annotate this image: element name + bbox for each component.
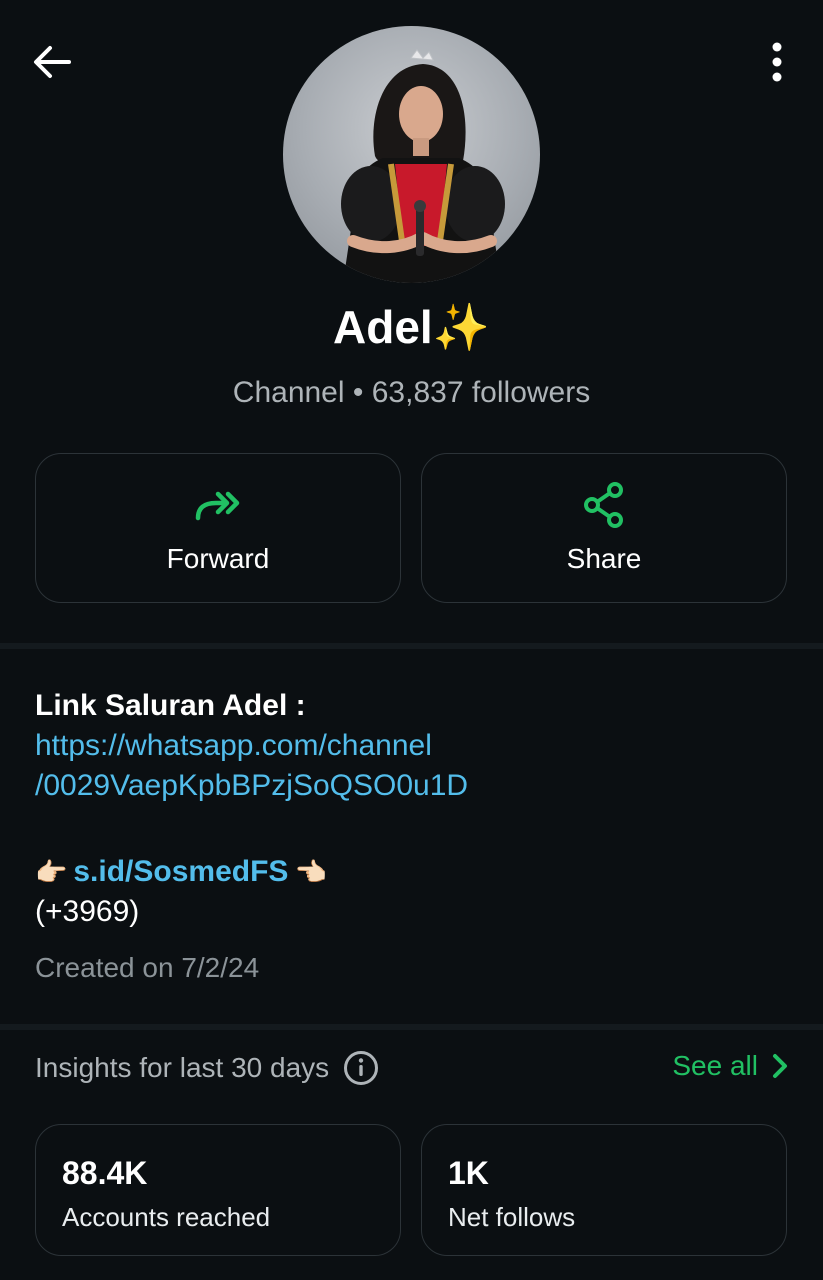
channel-description: Link Saluran Adel : https://whatsapp.com… xyxy=(35,686,795,932)
insights-header: Insights for last 30 days xyxy=(35,1050,379,1086)
pointing-left-emoji: 👈🏻 xyxy=(294,857,327,887)
channel-name: Adel✨ xyxy=(333,301,490,353)
pointing-right-emoji: 👉🏻 xyxy=(35,857,68,887)
short-link[interactable]: s.id/SosmedFS xyxy=(73,852,288,892)
channel-info-screen: Adel✨ Channel • 63,837 followers Forward… xyxy=(0,0,823,1280)
more-vertical-icon xyxy=(772,42,782,82)
share-nodes-icon xyxy=(584,482,623,528)
created-date: Created on 7/2/24 xyxy=(35,952,260,983)
stat-caption: Accounts reached xyxy=(62,1202,271,1232)
forward-label: Forward xyxy=(166,543,270,574)
forward-double-arrow-icon xyxy=(195,491,240,521)
avatar-portrait-image xyxy=(341,49,505,283)
see-all-label: See all xyxy=(672,1050,758,1081)
followers-count: 63,837 followers xyxy=(371,376,591,409)
stat-caption: Net follows xyxy=(448,1202,576,1232)
description-title: Link Saluran Adel : xyxy=(35,689,306,722)
chevron-right-icon xyxy=(773,1054,787,1078)
short-link-line: 👉🏻 s.id/SosmedFS 👈🏻 xyxy=(35,852,795,892)
section-divider xyxy=(0,643,823,649)
forward-button[interactable]: Forward xyxy=(35,453,401,603)
arrow-left-icon xyxy=(34,46,71,78)
more-options-button[interactable] xyxy=(761,38,793,86)
see-all-button[interactable]: See all xyxy=(672,1050,788,1082)
channel-type-label: Channel xyxy=(232,376,345,409)
channel-link-line2: /0029VaepKpbBPzjSoQSO0u1D xyxy=(35,769,469,802)
stat-value: 1K xyxy=(448,1155,489,1191)
phone-suffix: (+3969) xyxy=(35,895,140,928)
back-button[interactable] xyxy=(28,40,76,84)
section-divider xyxy=(0,1024,823,1030)
meta-separator: • xyxy=(352,376,364,409)
share-button[interactable]: Share xyxy=(421,453,787,603)
info-circle-icon[interactable] xyxy=(343,1050,379,1086)
insights-title: Insights for last 30 days xyxy=(35,1052,330,1083)
share-label: Share xyxy=(566,543,642,574)
accounts-reached-card[interactable]: 88.4K Accounts reached xyxy=(35,1124,401,1256)
stat-value: 88.4K xyxy=(62,1155,148,1191)
net-follows-card[interactable]: 1K Net follows xyxy=(421,1124,787,1256)
channel-link[interactable]: https://whatsapp.com/channel /0029VaepKp… xyxy=(35,726,795,806)
channel-link-line1: https://whatsapp.com/channel xyxy=(35,729,432,762)
channel-meta: Channel • 63,837 followers xyxy=(0,376,823,410)
channel-avatar[interactable] xyxy=(283,26,540,283)
